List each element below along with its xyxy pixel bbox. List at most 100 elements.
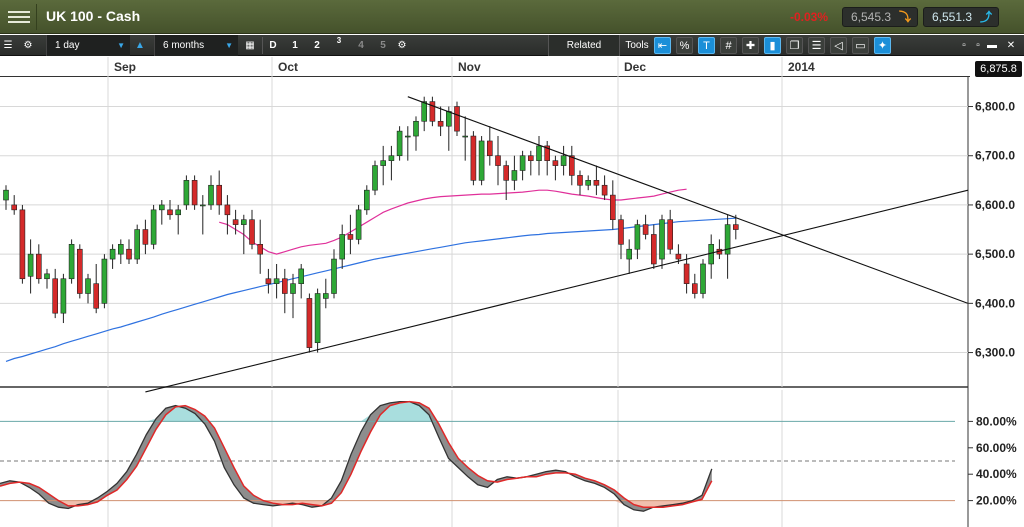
candle-body xyxy=(495,155,501,166)
chart-type-2[interactable]: 2 xyxy=(310,35,324,56)
percent-icon[interactable]: % xyxy=(676,37,693,54)
toolbar-divider xyxy=(262,37,263,54)
close-icon[interactable]: ✕ xyxy=(1003,35,1019,56)
candle-body xyxy=(118,244,124,255)
candle-body xyxy=(85,278,91,294)
candle-body xyxy=(257,244,264,255)
minimize-icon[interactable]: ▫ xyxy=(958,35,970,56)
related-button[interactable]: Related xyxy=(548,35,620,56)
candle-body xyxy=(609,194,616,220)
candle-body xyxy=(700,263,706,294)
crosshair-icon[interactable]: ✚ xyxy=(742,37,759,54)
candle-body xyxy=(290,283,296,294)
candle-body xyxy=(470,135,477,181)
chart-toolbar: ☰ ⚙ 1 day ▼ ▲ 6 months ▼ ▦ D 1 2 3 4 5 ⚙… xyxy=(0,35,1024,56)
candle-body xyxy=(339,234,346,260)
candle-body xyxy=(134,229,140,260)
interval-select[interactable]: 1 day ▼ xyxy=(46,35,130,56)
candle-body xyxy=(52,278,59,314)
lock-icon[interactable]: ▲ xyxy=(134,35,146,56)
candle-body xyxy=(150,209,157,245)
oversold-fill xyxy=(0,500,712,512)
candle-body xyxy=(216,184,222,206)
candle-body xyxy=(167,209,173,216)
candle-body xyxy=(552,160,559,166)
range-value: 6 months xyxy=(163,40,205,51)
candle-body xyxy=(372,165,378,191)
candle-body xyxy=(265,278,272,284)
candle-body xyxy=(281,278,288,294)
candle-body xyxy=(191,180,198,206)
calendar-icon[interactable]: ▦ xyxy=(242,35,258,56)
stochastic-axis-label: 80.00% xyxy=(976,414,1017,428)
candle-body xyxy=(60,278,67,314)
instrument-title: UK 100 - Cash xyxy=(46,8,141,24)
candle-body xyxy=(142,229,149,245)
chart-type-5[interactable]: 5 xyxy=(376,35,390,56)
candle-body xyxy=(527,155,534,161)
ma-short-line xyxy=(219,188,687,255)
chart-settings-gear-icon[interactable]: ⚙ xyxy=(394,35,410,56)
text-tool-icon[interactable]: T xyxy=(698,37,715,54)
candle-body xyxy=(322,293,329,299)
eraser-icon[interactable]: ▭ xyxy=(852,37,869,54)
hamburger-menu-icon[interactable] xyxy=(8,8,30,26)
candle-body xyxy=(273,278,280,284)
sell-price-button[interactable]: 6,545.3 ⤵ xyxy=(842,7,918,27)
candle-body xyxy=(68,244,75,280)
fan-icon[interactable]: ☰ xyxy=(808,37,825,54)
buy-price-button[interactable]: 6,551.3 ⤴ xyxy=(923,7,999,27)
stochastic-axis-label: 20.00% xyxy=(976,494,1017,508)
candle-body xyxy=(585,180,592,186)
grid-icon[interactable]: # xyxy=(720,37,737,54)
candle-body xyxy=(413,120,419,137)
title-bar: UK 100 - Cash -0.03% 6,545.3 ⤵ 6,551.3 ⤴ xyxy=(0,0,1024,34)
price-axis-label: 6,700.0 xyxy=(975,149,1015,163)
candle-body xyxy=(388,155,395,161)
candle-body xyxy=(232,219,239,225)
candle-body xyxy=(642,224,649,235)
candle-body xyxy=(27,253,34,277)
chart-type-1[interactable]: 1 xyxy=(288,35,302,56)
candle-body xyxy=(437,120,444,127)
arrow-down-icon: ⤵ xyxy=(898,10,911,24)
chart-type-d[interactable]: D xyxy=(266,35,280,56)
candle-body xyxy=(306,298,313,348)
tools-label: Tools xyxy=(625,40,649,51)
percent-change: -0.03% xyxy=(790,10,829,24)
range-select[interactable]: 6 months ▼ xyxy=(154,35,238,56)
settings-gear-icon[interactable]: ⚙ xyxy=(20,35,36,56)
sell-price: 6,545.3 xyxy=(851,10,892,24)
stochastic-axis-label: 40.00% xyxy=(976,467,1017,481)
chart-type-4[interactable]: 4 xyxy=(354,35,368,56)
candle-body xyxy=(224,204,231,216)
candle-body xyxy=(208,184,214,206)
candle-body xyxy=(478,140,485,181)
chart-area[interactable]: 6,800.0 6,700.0 6,600.0 6,500.0 6,400.0 6,300… xyxy=(0,57,1024,527)
candle-body xyxy=(601,184,608,196)
buy-price: 6,551.3 xyxy=(932,10,973,24)
candle-body xyxy=(249,219,255,245)
candle-body xyxy=(659,219,665,260)
candle-body xyxy=(347,234,354,240)
candle-body xyxy=(331,258,337,294)
label-icon[interactable]: ◁ xyxy=(830,37,847,54)
candle-body xyxy=(560,155,567,166)
overbought-fill xyxy=(0,401,712,422)
chart-type-3[interactable]: 3 xyxy=(332,35,346,56)
candle-body xyxy=(19,209,26,280)
candle-body xyxy=(77,248,83,294)
chart-window: UK 100 - Cash -0.03% 6,545.3 ⤵ 6,551.3 ⤴… xyxy=(0,0,1024,527)
list-icon[interactable]: ☰ xyxy=(2,35,14,56)
candle-body xyxy=(11,204,17,211)
candle-body xyxy=(380,160,387,166)
maximize-icon[interactable]: ▬ xyxy=(986,35,998,56)
candle-body xyxy=(634,224,641,250)
back-arrow-icon[interactable]: ⇤ xyxy=(654,37,671,54)
candle-body xyxy=(175,209,181,216)
magic-wand-icon[interactable]: ✦ xyxy=(874,37,891,54)
candle-icon[interactable]: ▮ xyxy=(764,37,781,54)
windows-icon[interactable]: ❐ xyxy=(786,37,803,54)
restore-icon[interactable]: ▫ xyxy=(972,35,984,56)
candle-body xyxy=(667,219,674,250)
